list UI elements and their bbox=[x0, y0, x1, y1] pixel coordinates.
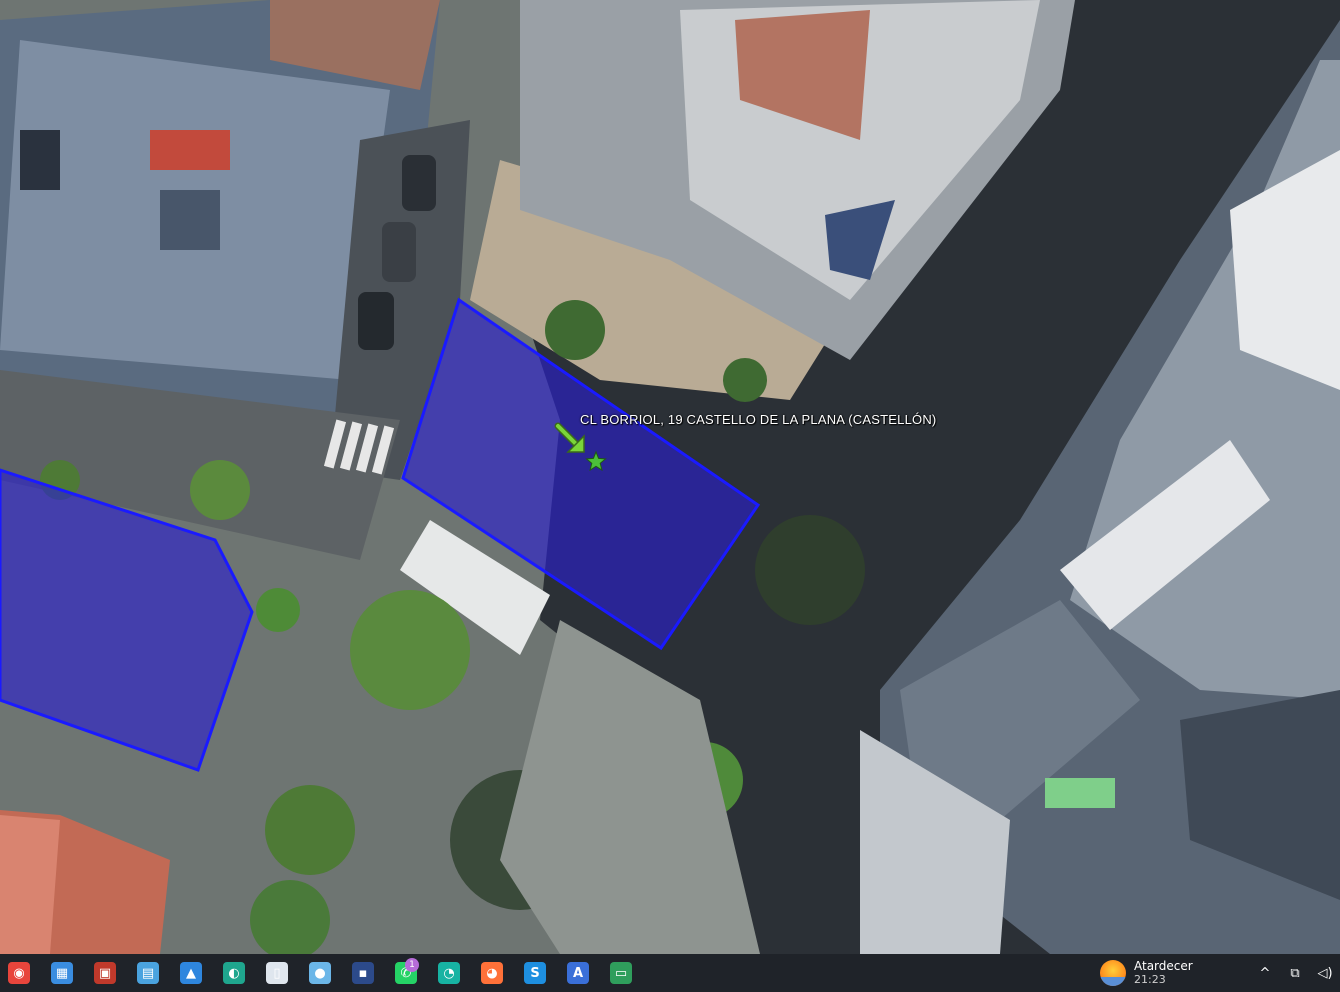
window-app-icon-glyph: ▭ bbox=[610, 962, 632, 984]
gallery-icon[interactable]: ▲ bbox=[172, 954, 210, 992]
volume-icon[interactable]: ◁) bbox=[1310, 966, 1340, 981]
firefox-icon-glyph: ◕ bbox=[481, 962, 503, 984]
document-icon[interactable]: ▯ bbox=[258, 954, 296, 992]
arrow-app-icon-glyph: A bbox=[567, 962, 589, 984]
firefox-icon[interactable]: ◕ bbox=[473, 954, 511, 992]
chrome-icon-glyph: ◉ bbox=[8, 962, 30, 984]
maps-app-icon[interactable]: ▦ bbox=[43, 954, 81, 992]
monitor-icon[interactable]: ⧉ bbox=[1280, 966, 1310, 981]
notification-badge: 1 bbox=[405, 958, 419, 972]
globe-icon-glyph: ● bbox=[309, 962, 331, 984]
s-app-icon-glyph: S bbox=[524, 962, 546, 984]
satellite-imagery bbox=[0, 0, 1340, 954]
whatsapp-icon[interactable]: ✆ 1 bbox=[387, 954, 425, 992]
weather-label: Atardecer bbox=[1134, 959, 1193, 973]
chrome-icon[interactable]: ◉ bbox=[0, 954, 38, 992]
floppy-save-icon[interactable]: ▪ bbox=[344, 954, 382, 992]
sunset-weather-icon bbox=[1100, 960, 1126, 986]
store-lock-icon[interactable]: ▤ bbox=[129, 954, 167, 992]
weather-widget[interactable]: Atardecer 21:23 bbox=[1100, 954, 1193, 992]
photos-app-icon[interactable]: ▣ bbox=[86, 954, 124, 992]
window-app-icon[interactable]: ▭ bbox=[602, 954, 640, 992]
wave-app-icon-glyph: ◔ bbox=[438, 962, 460, 984]
edge-icon-glyph: ◐ bbox=[223, 962, 245, 984]
document-icon-glyph: ▯ bbox=[266, 962, 288, 984]
store-lock-icon-glyph: ▤ bbox=[137, 962, 159, 984]
photos-app-icon-glyph: ▣ bbox=[94, 962, 116, 984]
address-label: CL BORRIOL, 19 CASTELLO DE LA PLANA (CAS… bbox=[580, 412, 937, 427]
arrow-app-icon[interactable]: A bbox=[559, 954, 597, 992]
maps-app-icon-glyph: ▦ bbox=[51, 962, 73, 984]
globe-icon[interactable]: ● bbox=[301, 954, 339, 992]
edge-icon[interactable]: ◐ bbox=[215, 954, 253, 992]
s-app-icon[interactable]: S bbox=[516, 954, 554, 992]
satellite-map-view[interactable]: CL BORRIOL, 19 CASTELLO DE LA PLANA (CAS… bbox=[0, 0, 1340, 954]
system-tray: ^ ⧉ ◁) bbox=[1250, 954, 1340, 992]
chevron-up-icon[interactable]: ^ bbox=[1250, 966, 1280, 981]
gallery-icon-glyph: ▲ bbox=[180, 962, 202, 984]
clock-time: 21:23 bbox=[1134, 973, 1166, 986]
floppy-save-icon-glyph: ▪ bbox=[352, 962, 374, 984]
wave-app-icon[interactable]: ◔ bbox=[430, 954, 468, 992]
